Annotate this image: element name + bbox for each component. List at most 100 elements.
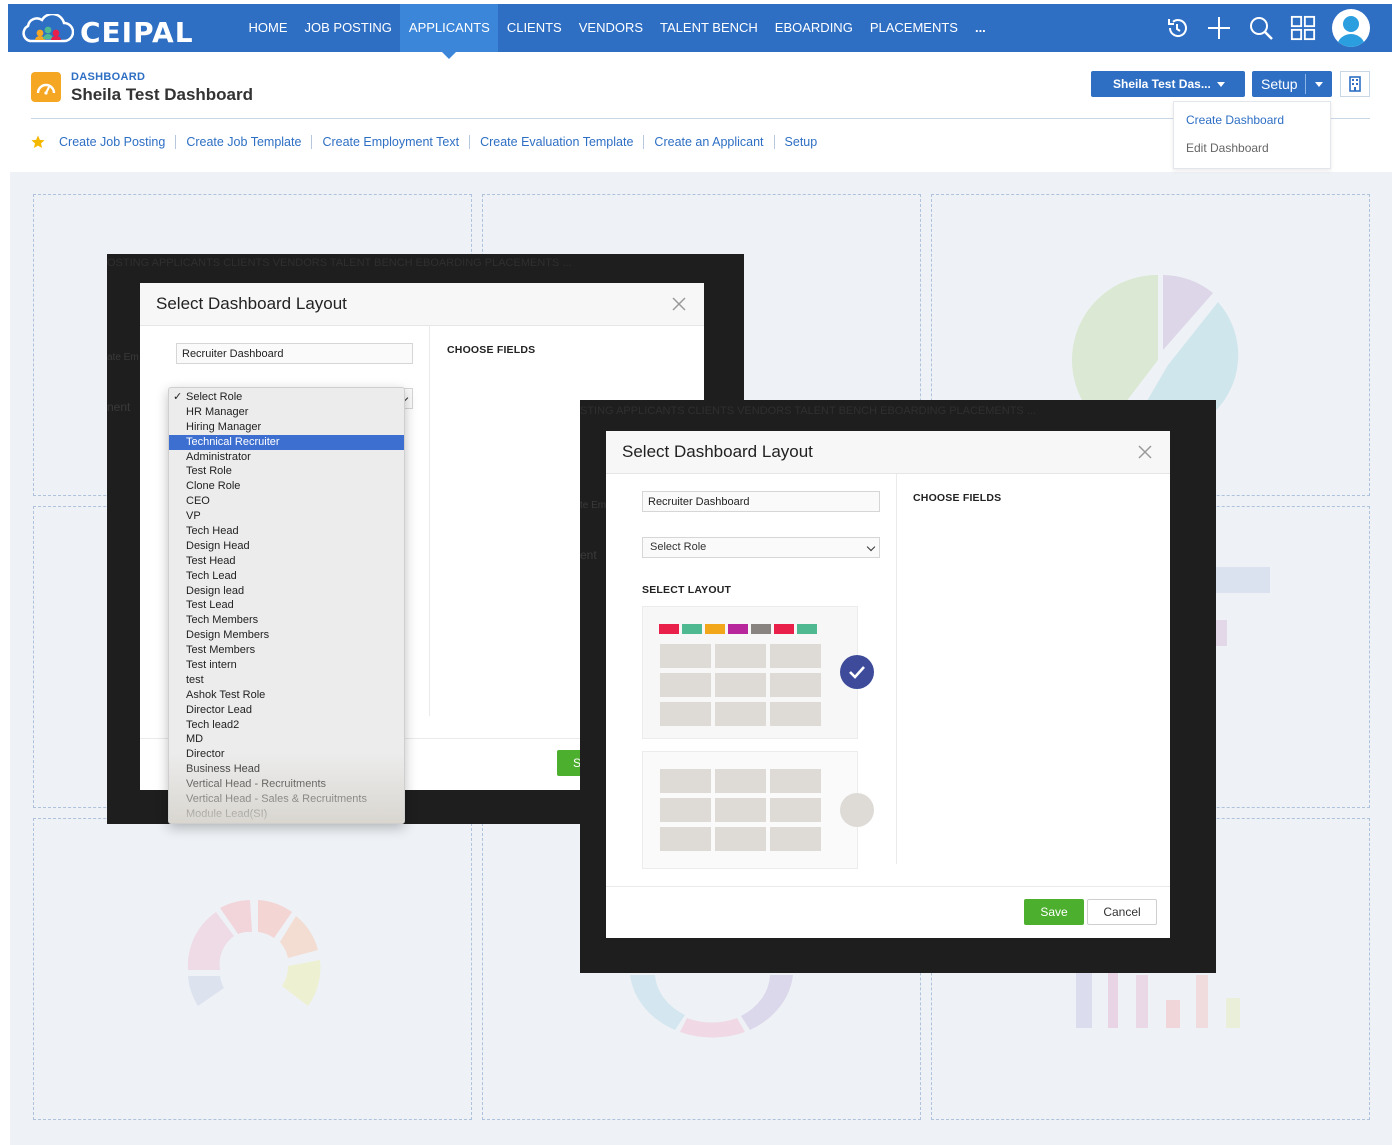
nav-item-placements[interactable]: PLACEMENTS (861, 4, 966, 52)
plus-icon[interactable] (1206, 15, 1232, 41)
role-option-label: Hiring Manager (186, 420, 262, 433)
role-option[interactable]: Clone Role (169, 479, 404, 494)
layout-option-grid-only[interactable] (642, 751, 858, 869)
role-option[interactable]: Module Lead(SI) (169, 807, 404, 822)
role-option[interactable]: CEO (169, 494, 404, 509)
logo-text: CEIPAL (80, 16, 194, 49)
quick-link-create-evaluation-template[interactable]: Create Evaluation Template (470, 135, 645, 149)
color-swatch (797, 624, 817, 634)
role-select-value: Select Role (650, 541, 707, 553)
role-option[interactable]: Director Lead (169, 703, 404, 718)
role-option[interactable]: MD (169, 732, 404, 747)
faded-donut-chart-placeholder (187, 900, 321, 1006)
quick-link-create-employment-text[interactable]: Create Employment Text (312, 135, 471, 149)
role-option[interactable]: Tech lead2 (169, 718, 404, 733)
role-option[interactable]: HR Manager (169, 405, 404, 420)
layout-option-with-header[interactable] (642, 606, 858, 739)
color-swatch (774, 624, 794, 634)
color-swatch-row (659, 624, 817, 634)
menu-item-create-dashboard[interactable]: Create Dashboard (1186, 113, 1284, 127)
role-option[interactable]: Design Head (169, 539, 404, 554)
nav-item-clients[interactable]: CLIENTS (498, 4, 570, 52)
role-option-label: MD (186, 733, 204, 746)
color-swatch (705, 624, 725, 634)
cancel-button[interactable]: Cancel (1087, 899, 1157, 925)
dashboard-name-input[interactable] (642, 491, 880, 512)
role-select[interactable]: Select Role (642, 537, 880, 558)
caret-down-icon[interactable] (1315, 82, 1323, 87)
role-option[interactable]: VP (169, 509, 404, 524)
ghost-side-text: nent (107, 400, 131, 414)
search-icon[interactable] (1248, 15, 1274, 41)
choose-fields-label: CHOOSE FIELDS (447, 344, 536, 356)
layout-block (660, 769, 711, 793)
dashboard-icon (31, 72, 61, 102)
history-icon[interactable] (1164, 15, 1190, 41)
close-icon[interactable] (1136, 443, 1154, 461)
split-divider (1305, 74, 1306, 94)
role-option[interactable]: Ashok Test Role (169, 688, 404, 703)
role-option[interactable]: Test Members (169, 643, 404, 658)
role-option[interactable]: Director (169, 747, 404, 762)
role-option[interactable]: Tech Members (169, 613, 404, 628)
nav-item-talent-bench[interactable]: TALENT BENCH (652, 4, 767, 52)
role-option[interactable]: Test Role (169, 464, 404, 479)
ghost-side-text: ent (580, 548, 597, 562)
layout-radio-selected[interactable] (840, 655, 874, 689)
close-icon[interactable] (670, 295, 688, 313)
building-button[interactable] (1340, 71, 1370, 97)
breadcrumb[interactable]: DASHBOARD (71, 71, 145, 83)
role-option[interactable]: Tech Lead (169, 569, 404, 584)
quick-link-create-applicant[interactable]: Create an Applicant (644, 135, 775, 149)
role-option[interactable]: Administrator (169, 450, 404, 465)
building-icon (1349, 76, 1361, 92)
ghost-side-text: te Em (580, 500, 607, 511)
role-option[interactable]: test (169, 673, 404, 688)
role-option-label: Technical Recruiter (186, 435, 280, 448)
role-option[interactable]: Tech Head (169, 524, 404, 539)
role-option[interactable]: Hiring Manager (169, 420, 404, 435)
nav-item-vendors[interactable]: VENDORS (570, 4, 651, 52)
nav-item-eboarding[interactable]: EBOARDING (766, 4, 861, 52)
nav-item-home[interactable]: HOME (240, 4, 296, 52)
layout-block (770, 702, 821, 726)
role-option[interactable]: Design lead (169, 584, 404, 599)
select-layout-label: SELECT LAYOUT (642, 584, 732, 596)
ghost-nav-text: OSTING APPLICANTS CLIENTS VENDORS TALENT… (107, 257, 572, 269)
role-option[interactable]: Test Head (169, 554, 404, 569)
apps-grid-icon[interactable] (1290, 15, 1316, 41)
role-option[interactable]: Business Head (169, 762, 404, 777)
modal-header: Select Dashboard Layout (606, 431, 1170, 474)
role-option[interactable]: Technical Recruiter (169, 434, 404, 450)
role-option[interactable]: Test Lead (169, 598, 404, 613)
star-icon (31, 135, 45, 148)
role-option-label: Test Role (186, 465, 232, 478)
setup-split-button[interactable]: Setup (1252, 71, 1332, 97)
menu-item-edit-dashboard[interactable]: Edit Dashboard (1186, 141, 1269, 155)
role-option[interactable]: Test intern (169, 658, 404, 673)
role-option-label: Tech Lead (186, 569, 237, 582)
role-option[interactable]: ✓ Select Role (169, 390, 404, 405)
role-option[interactable]: Vertical Head - Sales & Recruitments (169, 792, 404, 807)
nav-item-more[interactable]: ... (966, 4, 994, 52)
role-dropdown-list[interactable]: ✓ Select Role HR Manager Hiring Manager Tech… (168, 387, 405, 824)
layout-block (660, 644, 711, 668)
nav-item-applicants[interactable]: APPLICANTS (400, 4, 499, 59)
role-option[interactable]: Design Members (169, 628, 404, 643)
quick-link-create-job-posting[interactable]: Create Job Posting (45, 135, 177, 149)
layout-radio-unselected[interactable] (840, 793, 874, 827)
column-divider (429, 326, 430, 716)
dashboard-selector[interactable]: Sheila Test Das... (1091, 71, 1245, 97)
role-option-label: CEO (186, 495, 210, 508)
user-avatar[interactable] (1332, 9, 1370, 47)
quick-link-create-job-template[interactable]: Create Job Template (176, 135, 313, 149)
quick-link-setup[interactable]: Setup (775, 135, 828, 149)
nav-item-job-posting[interactable]: JOB POSTING (296, 4, 400, 52)
ceipal-logo[interactable]: CEIPAL (18, 12, 193, 49)
main-menu: HOME JOB POSTING APPLICANTS CLIENTS VEND… (240, 4, 994, 59)
role-option[interactable]: Vertical Head - Recruitments (169, 777, 404, 792)
dashboard-name-input[interactable] (176, 343, 413, 364)
layout-block (660, 673, 711, 697)
save-button[interactable]: Save (1024, 899, 1084, 925)
role-option-label: Business Head (186, 763, 260, 776)
